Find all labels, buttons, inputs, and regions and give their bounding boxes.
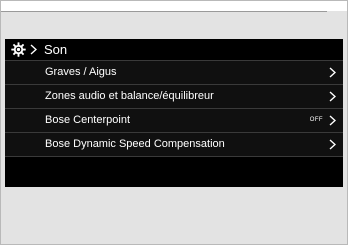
menu-item-label: Bose Dynamic Speed Compensation	[45, 138, 225, 150]
chevron-right-icon	[329, 67, 336, 78]
menu-item-graves-aigus[interactable]: Graves / Aigus	[5, 61, 343, 85]
menu-item-zones-audio[interactable]: Zones audio et balance/équilibreur	[5, 85, 343, 109]
chevron-right-icon	[30, 44, 37, 55]
status-value: OFF	[309, 117, 323, 123]
page-title: Son	[44, 42, 68, 57]
menu-item-label: Zones audio et balance/équilibreur	[45, 90, 214, 102]
gear-icon[interactable]	[11, 42, 26, 57]
top-margin	[1, 1, 347, 11]
menu-item-label: Graves / Aigus	[45, 66, 117, 78]
screen-header: Son	[5, 39, 343, 61]
chevron-right-icon	[329, 115, 336, 126]
chevron-right-icon	[329, 91, 336, 102]
menu-item-bose-dynamic-speed[interactable]: Bose Dynamic Speed Compensation	[5, 133, 343, 157]
menu-item-bose-centerpoint[interactable]: Bose Centerpoint OFF	[5, 109, 343, 133]
settings-list: Graves / Aigus Zones audio et balance/éq…	[5, 61, 343, 157]
infotainment-screen: Son Graves / Aigus Zones audio et balanc…	[5, 39, 343, 187]
menu-item-label: Bose Centerpoint	[45, 114, 130, 126]
top-divider	[1, 11, 327, 12]
chevron-right-icon	[329, 139, 336, 150]
